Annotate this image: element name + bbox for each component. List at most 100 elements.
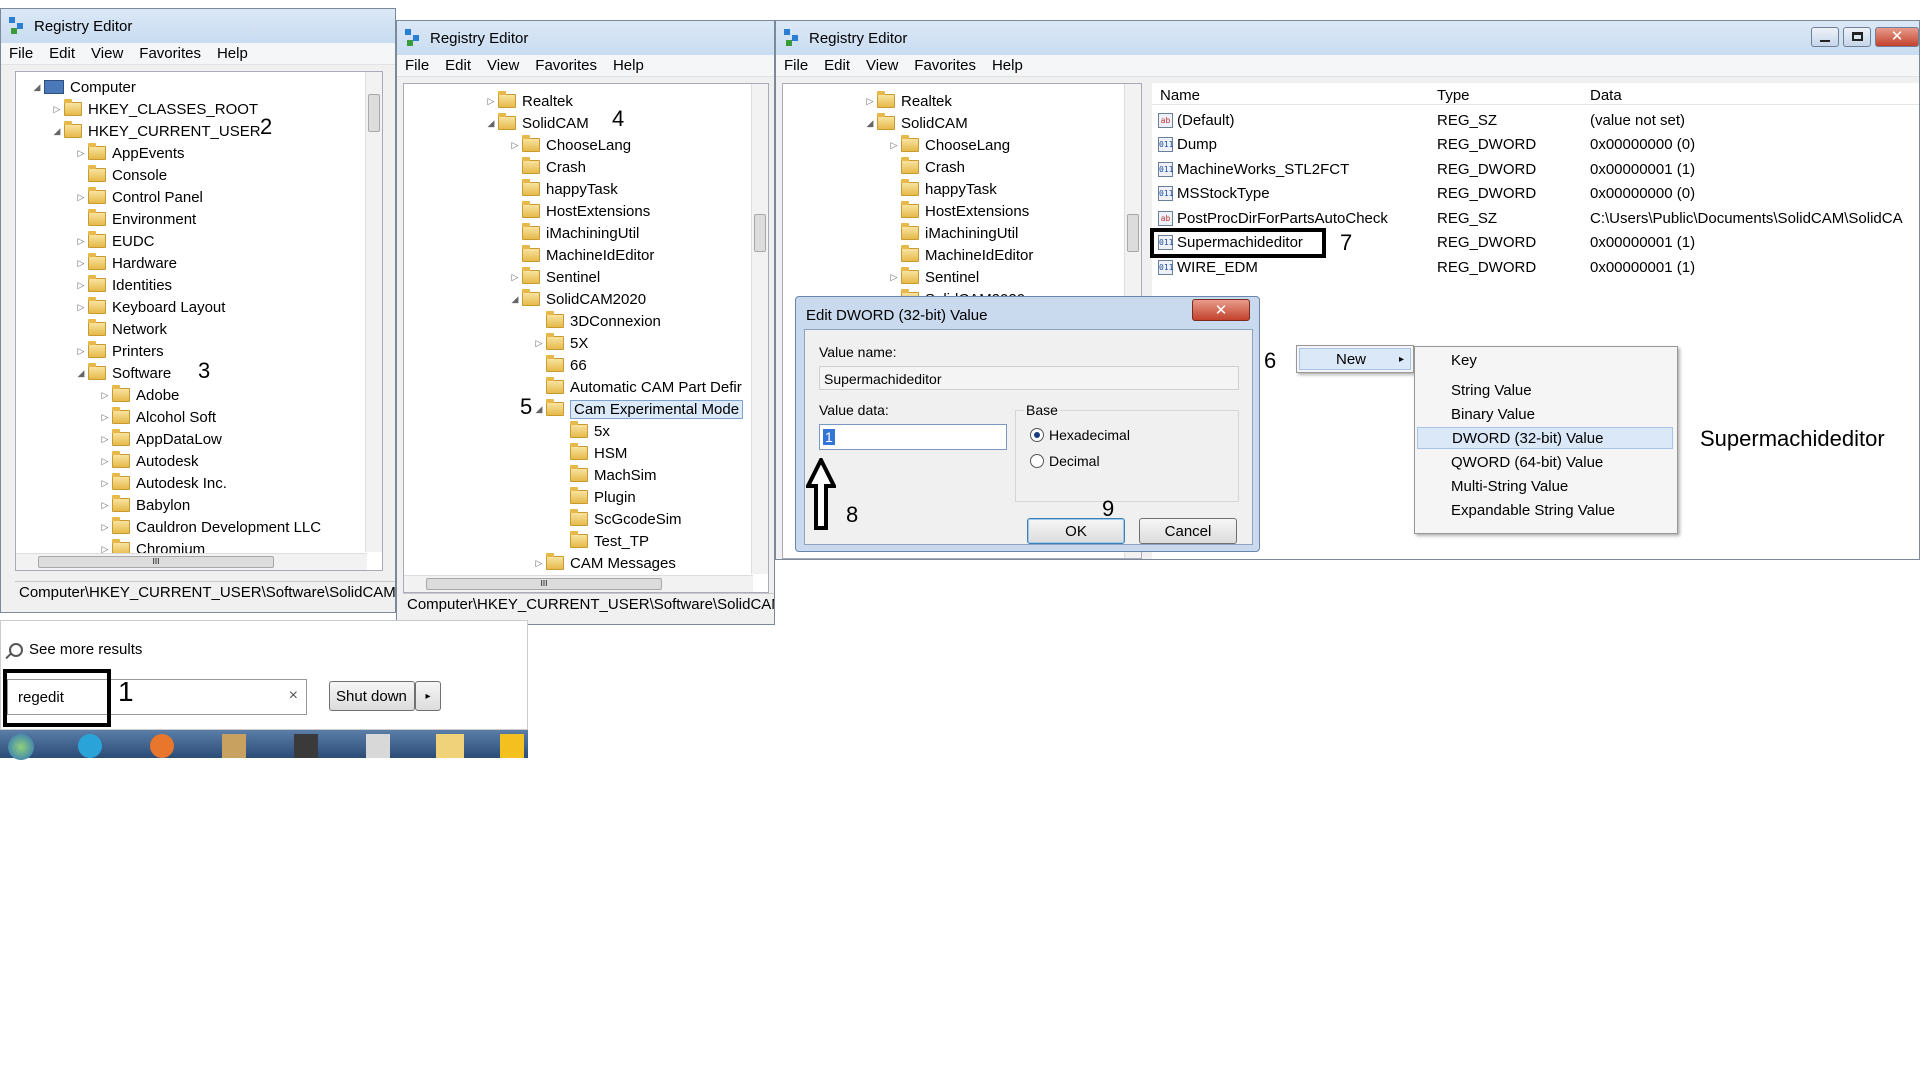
tree-item[interactable]: iMachiningUtil [887, 222, 1018, 244]
tree-item[interactable]: 66 [532, 354, 587, 376]
tree-item[interactable]: ▷ Keyboard Layout [74, 296, 225, 318]
shutdown-button[interactable]: Shut down [329, 681, 415, 711]
app-icon[interactable] [366, 734, 390, 758]
tree-item[interactable]: ScGcodeSim [556, 508, 682, 530]
tree-item[interactable]: HostExtensions [508, 200, 650, 222]
column-data[interactable]: Data [1590, 87, 1622, 104]
tree-item[interactable]: Crash [508, 156, 586, 178]
tree-item[interactable]: 3DConnexion [532, 310, 661, 332]
value-data-input[interactable]: 1 [819, 424, 1007, 450]
expand-arrow-icon[interactable]: ▷ [74, 346, 88, 357]
tree-item[interactable]: ▷ Babylon [98, 494, 190, 516]
tree-item[interactable]: ◢SolidCAM2020 [508, 288, 646, 310]
expand-arrow-icon[interactable]: ▷ [484, 96, 498, 107]
tree-item[interactable]: ▷ EUDC [74, 230, 155, 252]
tree-item[interactable]: ▷ 5X [532, 332, 588, 354]
menu-favorites[interactable]: Favorites [131, 45, 209, 62]
vertical-scrollbar[interactable] [365, 72, 382, 552]
menu-edit[interactable]: Edit [41, 45, 83, 62]
tree-item[interactable]: iMachiningUtil [508, 222, 639, 244]
expand-arrow-icon[interactable]: ▷ [98, 522, 112, 533]
menu-view[interactable]: View [479, 57, 527, 74]
tree-item[interactable]: HostExtensions [887, 200, 1029, 222]
value-row[interactable]: 011 WIRE_EDM REG_DWORD 0x00000001 (1) [1152, 256, 1919, 278]
scroll-thumb[interactable]: III [426, 578, 662, 590]
tree-item[interactable]: ▷ Autodesk [98, 450, 199, 472]
expand-arrow-icon[interactable]: ▷ [532, 338, 546, 349]
collapse-arrow-icon[interactable]: ◢ [484, 118, 498, 129]
tree-item[interactable]: MachSim [556, 464, 657, 486]
tree-item[interactable]: happyTask [887, 178, 997, 200]
scroll-thumb[interactable] [1127, 214, 1139, 252]
column-name[interactable]: Name [1160, 87, 1200, 104]
menu-item-qword-64-bit-value[interactable]: QWORD (64-bit) Value [1417, 451, 1673, 473]
shutdown-options-button[interactable]: ▸ [415, 681, 441, 711]
value-row[interactable]: 011 Dump REG_DWORD 0x00000000 (0) [1152, 134, 1919, 156]
expand-arrow-icon[interactable]: ▷ [98, 500, 112, 511]
menu-view[interactable]: View [83, 45, 131, 62]
tree-item[interactable]: ▷ Realtek [863, 90, 952, 112]
menu-help[interactable]: Help [984, 57, 1031, 74]
menu-favorites[interactable]: Favorites [527, 57, 605, 74]
tree-item[interactable]: ▷ ChooseLang [887, 134, 1010, 156]
menu-file[interactable]: File [776, 57, 816, 74]
tree-item[interactable]: ▷ Cauldron Development LLC [98, 516, 321, 538]
menu-item-expandable-string-value[interactable]: Expandable String Value [1417, 499, 1673, 521]
menu-file[interactable]: File [397, 57, 437, 74]
app-icon[interactable] [500, 734, 524, 758]
tree-item[interactable]: ◢ SolidCAM [863, 112, 968, 134]
tree-item[interactable]: happyTask [508, 178, 618, 200]
folder-app-icon[interactable] [436, 734, 464, 758]
collapse-arrow-icon[interactable]: ◢ [508, 294, 522, 305]
menu-edit[interactable]: Edit [437, 57, 479, 74]
tree-item-computer[interactable]: ◢ Computer [30, 76, 136, 98]
expand-arrow-icon[interactable]: ▷ [98, 434, 112, 445]
expand-arrow-icon[interactable]: ▷ [887, 272, 901, 283]
expand-arrow-icon[interactable]: ▷ [74, 302, 88, 313]
hexadecimal-radio[interactable]: Hexadecimal [1030, 427, 1130, 443]
collapse-arrow-icon[interactable]: ◢ [30, 82, 44, 93]
menu-view[interactable]: View [858, 57, 906, 74]
vertical-scrollbar[interactable] [751, 84, 768, 574]
tree-item[interactable]: MachineIdEditor [887, 244, 1033, 266]
tree-item[interactable]: ▷ Alcohol Soft [98, 406, 216, 428]
expand-arrow-icon[interactable]: ▷ [508, 272, 522, 283]
expand-arrow-icon[interactable]: ▷ [532, 558, 546, 569]
tree-item[interactable]: Crash [887, 156, 965, 178]
tree-item[interactable]: Test_TP [556, 530, 649, 552]
expand-arrow-icon[interactable]: ▷ [98, 478, 112, 489]
value-row[interactable]: 011 MachineWorks_STL2FCT REG_DWORD 0x000000… [1152, 158, 1919, 180]
close-button[interactable]: ✕ [1875, 27, 1919, 47]
expand-arrow-icon[interactable]: ▷ [74, 192, 88, 203]
scroll-thumb[interactable] [368, 94, 380, 132]
clear-icon[interactable]: × [289, 687, 298, 705]
tree-item[interactable]: ▷ Sentinel [887, 266, 979, 288]
firefox-icon[interactable] [150, 734, 174, 758]
tree-item[interactable]: ◢ SolidCAM [484, 112, 589, 134]
expand-arrow-icon[interactable]: ▷ [74, 236, 88, 247]
tree-item[interactable]: Environment [74, 208, 196, 230]
tree-item[interactable]: ▷ Adobe [98, 384, 179, 406]
collapse-arrow-icon[interactable]: ◢ [863, 118, 877, 129]
column-type[interactable]: Type [1437, 87, 1470, 104]
menu-item-multi-string-value[interactable]: Multi-String Value [1417, 475, 1673, 497]
menu-item-new[interactable]: New ▸ [1299, 348, 1411, 370]
collapse-arrow-icon[interactable]: ◢ [50, 126, 64, 137]
tree-item[interactable]: ▷ Control Panel [74, 186, 203, 208]
decimal-radio[interactable]: Decimal [1030, 453, 1100, 469]
tree-item[interactable]: Automatic CAM Part Defir [532, 376, 742, 398]
tree-item[interactable]: ▷ Printers [74, 340, 164, 362]
tree-item[interactable]: ◢ HKEY_CURRENT_USER [50, 120, 261, 142]
expand-arrow-icon[interactable]: ▷ [74, 148, 88, 159]
app-icon[interactable] [222, 734, 246, 758]
tree-item[interactable]: Plugin [556, 486, 636, 508]
expand-arrow-icon[interactable]: ▷ [863, 96, 877, 107]
tree-item[interactable]: HSM [556, 442, 627, 464]
tree-item[interactable]: ▷ Autodesk Inc. [98, 472, 227, 494]
dialog-close-button[interactable]: ✕ [1192, 299, 1250, 321]
cancel-button[interactable]: Cancel [1139, 518, 1237, 544]
expand-arrow-icon[interactable]: ▷ [98, 456, 112, 467]
minimize-button[interactable] [1811, 27, 1839, 47]
expand-arrow-icon[interactable]: ▷ [508, 140, 522, 151]
tree-item[interactable]: ▷ Sentinel [508, 266, 600, 288]
